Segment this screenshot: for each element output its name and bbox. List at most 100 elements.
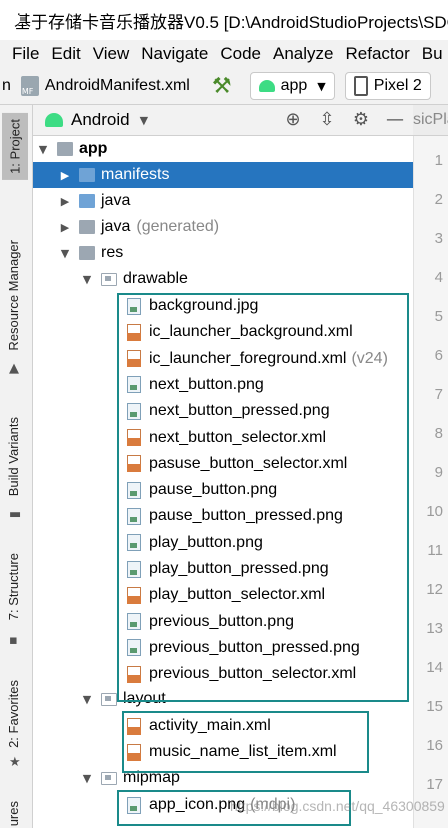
tree-file-label: previous_button_pressed.png (149, 638, 360, 656)
tree-file-row[interactable]: next_button_pressed.png (33, 398, 413, 424)
tree-node-app[interactable]: ▼ app (33, 136, 413, 162)
tree-file-label: pasuse_button_selector.xml (149, 454, 348, 472)
chevron-right-icon[interactable]: ▶ (59, 169, 71, 182)
line-number-gutter: 1 2 3 4 5 6 7 8 9 10 11 12 13 14 15 16 17 (413, 136, 448, 828)
locate-icon[interactable]: ⊕ (283, 109, 303, 130)
android-icon (45, 113, 63, 127)
xml-file-icon (127, 323, 141, 341)
breadcrumb-fragment[interactable]: n (2, 77, 11, 95)
tree-file-row[interactable]: next_button.png (33, 372, 413, 398)
run-config-label: app (280, 77, 308, 94)
menu-edit[interactable]: Edit (51, 44, 80, 64)
editor-tab[interactable]: sicPla (413, 105, 448, 136)
xml-file-icon (127, 586, 141, 604)
tree-node-layout[interactable]: ▼ layout (33, 686, 413, 712)
collapse-all-icon[interactable]: ⇳ (317, 109, 337, 130)
panel-actions: ⊕ ⇳ ⚙ — (283, 109, 405, 130)
tree-file-label: ic_launcher_foreground.xml (149, 349, 347, 367)
image-file-icon (127, 402, 141, 420)
resource-manager-icon: ▲ (9, 361, 19, 376)
image-file-icon (127, 796, 141, 814)
tree-file-row[interactable]: play_button.png (33, 530, 413, 556)
breadcrumb-file[interactable]: AndroidManifest.xml (45, 77, 190, 95)
tab-structure-label: 7: Structure (6, 553, 21, 621)
menu-navigate[interactable]: Navigate (141, 44, 208, 64)
tab-captures-label: ures (6, 801, 21, 827)
folder-icon (101, 771, 117, 785)
tree-node-java[interactable]: ▶ java (33, 188, 413, 214)
tab-resource-manager[interactable]: Resource Manager (6, 240, 21, 351)
tab-project-label: 1: Project (7, 119, 23, 174)
tree-node-drawable[interactable]: ▼ drawable (33, 266, 413, 292)
run-config-dropdown[interactable]: app ▼ (249, 72, 335, 100)
menu-file[interactable]: File (12, 44, 39, 64)
project-panel-header: Android ▼ ⊕ ⇳ ⚙ — (33, 105, 413, 136)
tree-node-java-generated[interactable]: ▶ java (generated) (33, 214, 413, 240)
generated-suffix: (generated) (136, 218, 220, 235)
chevron-down-icon[interactable]: ▼ (37, 143, 49, 156)
menu-bar: File Edit View Navigate Code Analyze Ref… (0, 40, 448, 68)
menu-code[interactable]: Code (220, 44, 261, 64)
tree-file-label: next_button_pressed.png (149, 402, 330, 420)
tree-node-mipmap[interactable]: ▼ mipmap (33, 765, 413, 791)
tree-file-label: music_name_list_item.xml (149, 743, 337, 761)
tree-node-res[interactable]: ▼ res (33, 240, 413, 266)
chevron-down-icon[interactable]: ▼ (81, 273, 93, 286)
tab-build-variants[interactable]: Build Variants (6, 417, 21, 496)
chevron-right-icon[interactable]: ▶ (59, 221, 71, 234)
tree-file-row[interactable]: ic_launcher_background.xml (33, 319, 413, 345)
tree-file-row[interactable]: music_name_list_item.xml (33, 739, 413, 765)
tab-structure[interactable]: 7: Structure (6, 553, 21, 620)
tree-file-row[interactable]: play_button_selector.xml (33, 582, 413, 608)
xml-file-icon (127, 455, 141, 473)
manifest-file-icon (20, 76, 39, 96)
tab-captures[interactable]: ures (6, 801, 21, 826)
xml-file-icon (127, 665, 141, 683)
view-selector[interactable]: Android (71, 110, 130, 130)
tree-file-row[interactable]: previous_button.png (33, 609, 413, 635)
tree-file-label: ic_launcher_background.xml (149, 323, 353, 341)
tree-node-manifests[interactable]: ▶ manifests (33, 162, 413, 188)
tree-file-row[interactable]: previous_button_pressed.png (33, 635, 413, 661)
tree-file-row[interactable]: background.jpg (33, 293, 413, 319)
menu-analyze[interactable]: Analyze (273, 44, 333, 64)
tree-file-row[interactable]: pause_button.png (33, 477, 413, 503)
folder-icon (101, 692, 117, 706)
tree-file-label: activity_main.xml (149, 717, 271, 734)
build-hammer-icon[interactable]: ⚒ (212, 74, 232, 99)
tree-file-label: background.jpg (149, 297, 259, 314)
tree-file-row[interactable]: next_button_selector.xml (33, 425, 413, 451)
tree-file-row[interactable]: pasuse_button_selector.xml (33, 451, 413, 477)
line-number: 13 (426, 620, 443, 637)
title-bar: 基于存储卡音乐播放器V0.5 [D:\AndroidStudioProjects… (0, 0, 448, 41)
star-icon: ★ (9, 755, 21, 770)
tree-file-row[interactable]: play_button_pressed.png (33, 556, 413, 582)
image-file-icon (127, 507, 141, 525)
gear-icon[interactable]: ⚙ (351, 109, 371, 130)
menu-refactor[interactable]: Refactor (345, 44, 409, 64)
chevron-down-icon[interactable]: ▼ (81, 772, 93, 785)
tab-project[interactable]: 1: Project (2, 113, 28, 180)
line-number: 6 (434, 347, 443, 364)
tree-file-row[interactable]: ic_launcher_foreground.xml (v24) (33, 346, 413, 372)
image-file-icon (127, 639, 141, 657)
tree-file-row[interactable]: pause_button_pressed.png (33, 503, 413, 529)
chevron-right-icon[interactable]: ▶ (59, 195, 71, 208)
folder-icon (79, 246, 95, 260)
generated-folder-icon (79, 220, 95, 234)
tree-file-row[interactable]: activity_main.xml (33, 713, 413, 739)
device-dropdown[interactable]: Pixel 2 (344, 72, 431, 100)
tree-file-label: previous_button.png (149, 612, 294, 630)
menu-build[interactable]: Bu (422, 44, 443, 64)
line-number: 1 (434, 152, 443, 169)
tree-file-row[interactable]: previous_button_selector.xml (33, 661, 413, 687)
line-number: 3 (434, 230, 443, 247)
line-number: 2 (434, 191, 443, 208)
menu-view[interactable]: View (93, 44, 130, 64)
tree-file-label: play_button_pressed.png (149, 560, 329, 577)
chevron-down-icon[interactable]: ▼ (59, 247, 71, 260)
hide-icon[interactable]: — (385, 109, 405, 130)
tab-favorites[interactable]: 2: Favorites (6, 680, 21, 748)
chevron-down-icon[interactable]: ▼ (140, 114, 148, 127)
chevron-down-icon[interactable]: ▼ (81, 693, 93, 706)
